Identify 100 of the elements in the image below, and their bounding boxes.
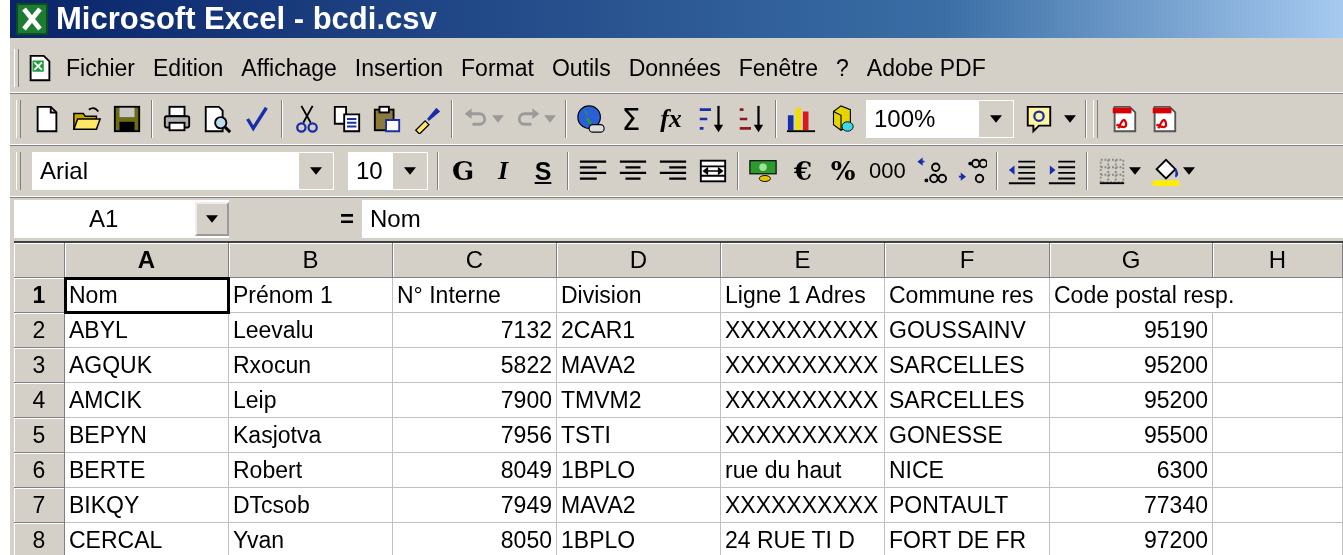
menu-item[interactable]: Outils: [542, 50, 620, 86]
table-cell: Prénom 1: [229, 278, 393, 313]
table-cell: 8049: [393, 453, 557, 488]
table-cell: Robert: [229, 453, 393, 488]
column-header[interactable]: G: [1050, 243, 1213, 278]
table-cell: 5822: [393, 348, 557, 383]
caret-icon[interactable]: [404, 167, 416, 175]
caret-icon[interactable]: [310, 167, 322, 175]
caret-icon[interactable]: [1182, 167, 1195, 175]
decimal-decrease-icon[interactable]: [956, 156, 987, 186]
font-dropdown[interactable]: Arial: [31, 151, 335, 191]
bold-button[interactable]: G: [443, 156, 483, 186]
table-cell: rue du haut: [721, 453, 885, 488]
table-cell: 97200: [1050, 523, 1213, 555]
table-cell: NICE: [885, 453, 1050, 488]
table-cell: DTcsob: [229, 488, 393, 523]
table-cell: TSTI: [557, 418, 721, 453]
table-cell: 2CAR1: [557, 313, 721, 348]
formula-field[interactable]: Nom: [362, 200, 1343, 238]
table-cell: BERTE: [65, 453, 229, 488]
column-header[interactable]: B: [229, 243, 393, 278]
copy-icon[interactable]: [332, 104, 362, 134]
function-button[interactable]: fx: [651, 104, 691, 134]
caret-icon[interactable]: [990, 115, 1002, 123]
table-cell: Commune res: [885, 278, 1050, 313]
table-cell: N° Interne: [393, 278, 557, 313]
table-cell: 95200: [1050, 383, 1213, 418]
row-header[interactable]: 8: [14, 523, 65, 555]
table-cell: 7949: [393, 488, 557, 523]
table-cell: GONESSE: [885, 418, 1050, 453]
overflow-caret-icon[interactable]: [1064, 115, 1076, 123]
table-cell: TMVM2: [557, 383, 721, 418]
column-header[interactable]: A: [65, 243, 229, 278]
menu-item[interactable]: Edition: [144, 50, 233, 86]
table-cell: Division: [557, 278, 721, 313]
table-cell: BIKQY: [65, 488, 229, 523]
caret-icon[interactable]: [206, 215, 218, 223]
menu-item[interactable]: Affichage: [232, 50, 346, 86]
table-cell: GOUSSAINV: [885, 313, 1050, 348]
thousands-button[interactable]: 000: [863, 158, 912, 184]
table-cell: SARCELLES: [885, 383, 1050, 418]
paste-icon[interactable]: [372, 104, 402, 134]
window-title: Microsoft Excel - bcdi.csv: [56, 1, 437, 37]
fill-color-icon[interactable]: [1150, 156, 1181, 186]
table-cell: 8050: [393, 523, 557, 555]
column-header[interactable]: H: [1213, 243, 1343, 278]
table-cell: XXXXXXXXXX: [721, 348, 885, 383]
table-cell: XXXXXXXXXX: [721, 488, 885, 523]
menu-item[interactable]: Insertion: [345, 50, 453, 86]
percent-button[interactable]: %: [823, 156, 863, 186]
name-box[interactable]: A1: [14, 200, 229, 238]
autosum-button[interactable]: Σ: [611, 101, 651, 137]
menu-item[interactable]: Adobe PDF: [857, 50, 995, 86]
globe-icon[interactable]: [576, 104, 606, 134]
menu-item[interactable]: Données: [619, 50, 730, 86]
table-cell: 1BPLO: [557, 523, 721, 555]
table-cell: Rxocun: [229, 348, 393, 383]
menu-item[interactable]: Format: [452, 50, 543, 86]
column-header[interactable]: C: [393, 243, 557, 278]
table-cell: 6300: [1050, 453, 1213, 488]
print-preview-icon[interactable]: [202, 104, 232, 134]
zoom-dropdown[interactable]: 100%: [865, 99, 1015, 139]
table-cell: Leip: [229, 383, 393, 418]
row-header[interactable]: 6: [14, 453, 65, 488]
table-cell: 1BPLO: [557, 453, 721, 488]
row-header[interactable]: 1: [14, 278, 65, 313]
menu-item[interactable]: Fenêtre: [729, 50, 828, 86]
select-all-corner[interactable]: [14, 243, 65, 278]
table-cell: MAVA2: [557, 348, 721, 383]
table-cell: Code postal resp.: [1050, 278, 1343, 313]
underline-button[interactable]: S: [523, 156, 563, 186]
caret-icon[interactable]: [1128, 167, 1141, 175]
table-cell: 95500: [1050, 418, 1213, 453]
printer-icon[interactable]: [162, 104, 192, 134]
row-header[interactable]: 5: [14, 418, 65, 453]
row-header[interactable]: 7: [14, 488, 65, 523]
column-header[interactable]: F: [885, 243, 1050, 278]
row-header[interactable]: 4: [14, 383, 65, 418]
row-header[interactable]: 2: [14, 313, 65, 348]
table-cell: MAVA2: [557, 488, 721, 523]
table-cell: 7132: [393, 313, 557, 348]
euro-button[interactable]: €: [783, 156, 823, 186]
italic-button[interactable]: I: [483, 156, 523, 186]
table-cell: AGQUK: [65, 348, 229, 383]
column-header[interactable]: D: [557, 243, 721, 278]
table-cell: Yvan: [229, 523, 393, 555]
font-size-dropdown[interactable]: 10: [347, 151, 429, 191]
menu-item[interactable]: Fichier: [57, 50, 144, 86]
column-header[interactable]: E: [721, 243, 885, 278]
decimal-increase-icon[interactable]: [916, 156, 947, 186]
table-cell: 7956: [393, 418, 557, 453]
table-cell: PONTAULT: [885, 488, 1050, 523]
table-cell: CERCAL: [65, 523, 229, 555]
help-icon[interactable]: [1024, 104, 1054, 134]
row-header[interactable]: 3: [14, 348, 65, 383]
table-cell: Leevalu: [229, 313, 393, 348]
menu-item[interactable]: ?: [827, 50, 858, 86]
save-icon[interactable]: [112, 104, 142, 134]
table-cell: AMCIK: [65, 383, 229, 418]
table-cell: XXXXXXXXXX: [721, 313, 885, 348]
